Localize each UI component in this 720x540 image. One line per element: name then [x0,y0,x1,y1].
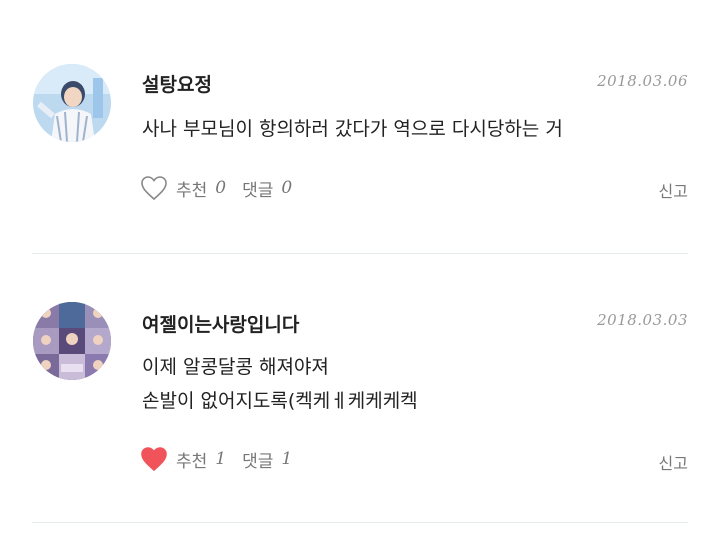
divider [32,253,688,254]
reply-count: 1 [281,449,293,469]
comment-date: 2018.03.06 [597,72,688,90]
like-count: 1 [215,449,227,469]
comment-text: 이제 알콩달콩 해져야져 손발이 없어지도록(켁케ㅔ케케케켁 [142,350,418,418]
avatar[interactable] [33,64,111,142]
divider [32,522,688,523]
comment-line: 손발이 없어지도록(켁케ㅔ케케케켁 [142,390,418,412]
comment-actions: 추천 0 댓글 0 [140,173,308,203]
report-button[interactable]: 신고 [659,450,688,474]
username[interactable]: 여젤이는사랑입니다 [142,310,299,337]
comment-date: 2018.03.03 [597,311,688,329]
comment-line: 사나 부모님이 항의하러 갔다가 역으로 다시당하는 거 [142,118,563,140]
heart-filled-icon[interactable] [140,446,168,472]
heart-outline-icon[interactable] [140,175,168,201]
like-label[interactable]: 추천 [176,176,207,201]
report-button[interactable]: 신고 [659,178,688,202]
reply-count: 0 [281,178,293,198]
like-count: 0 [215,178,227,198]
reply-label[interactable]: 댓글 [242,447,273,472]
like-label[interactable]: 추천 [176,447,207,472]
username[interactable]: 설탕요정 [142,70,212,97]
reply-label[interactable]: 댓글 [242,176,273,201]
avatar-image [33,64,111,142]
comment-actions: 추천 1 댓글 1 [140,444,308,474]
comment-line: 이제 알콩달콩 해져야져 [142,356,329,378]
avatar[interactable] [33,302,111,380]
avatar-image [33,302,111,380]
comment-text: 사나 부모님이 항의하러 갔다가 역으로 다시당하는 거 [142,112,563,146]
